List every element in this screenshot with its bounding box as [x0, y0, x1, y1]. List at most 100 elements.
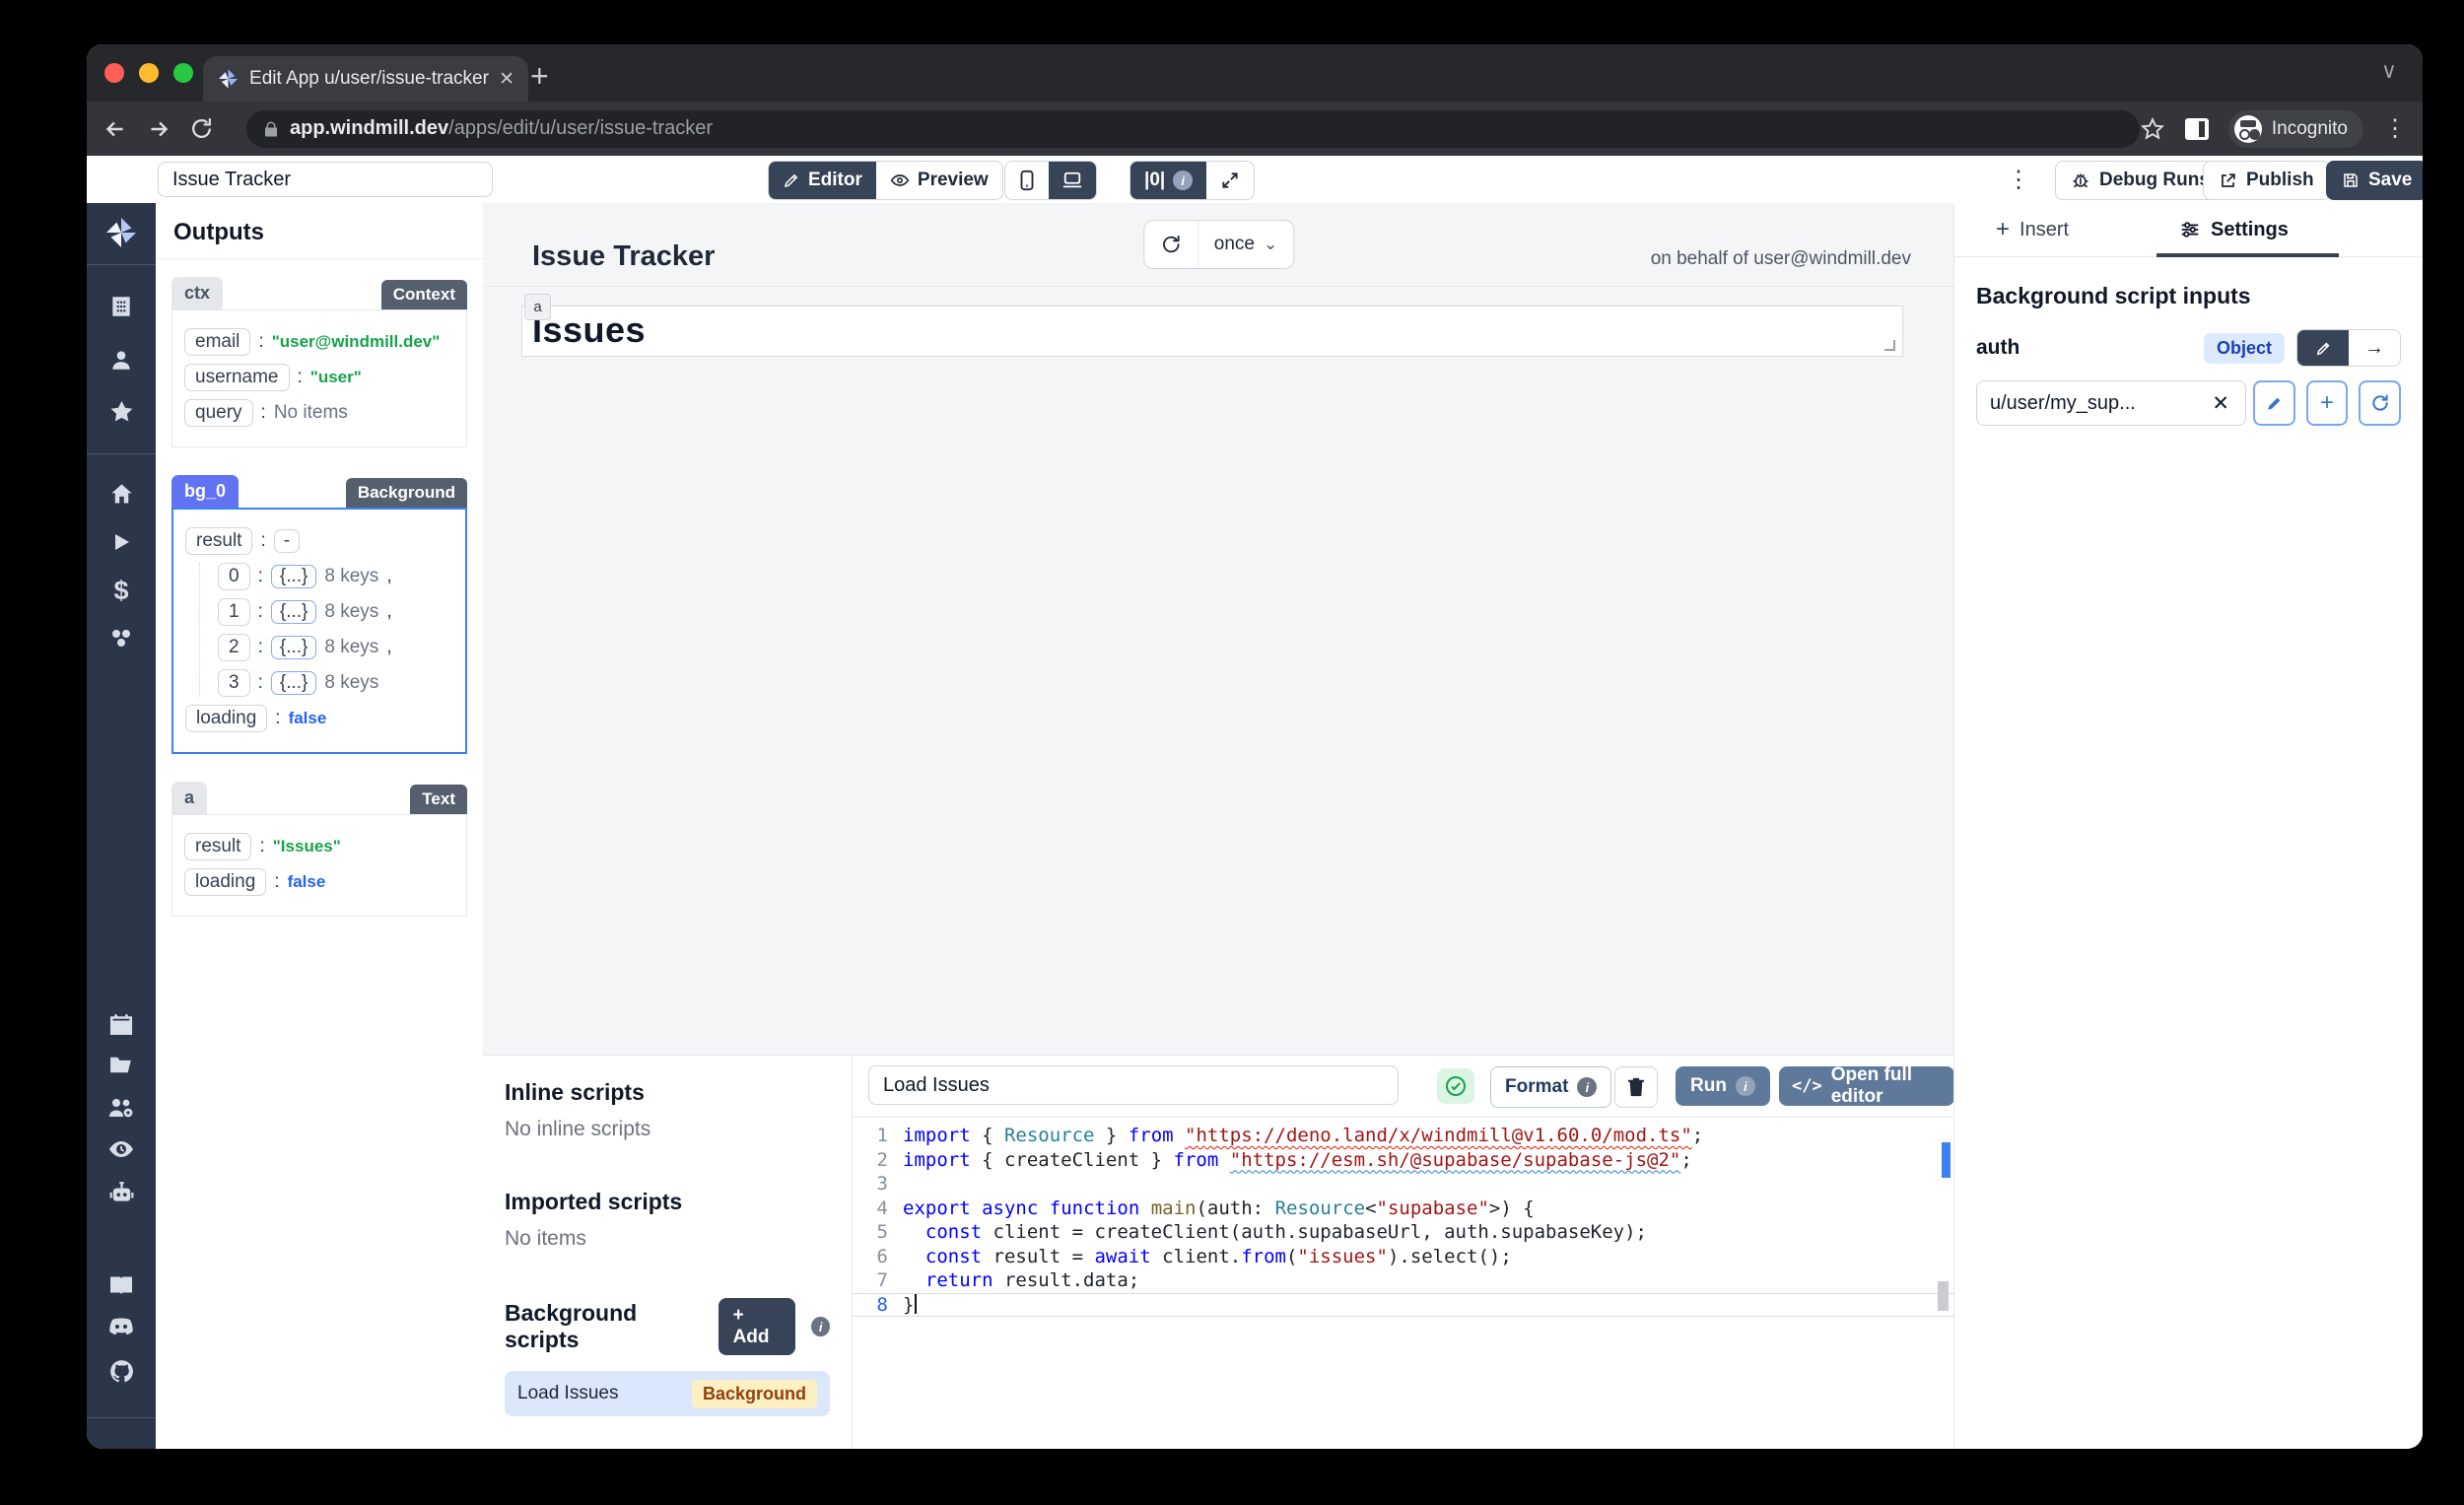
debug-runs-button[interactable]: Debug Runs [2055, 161, 2225, 200]
code-line[interactable]: 1import { Resource } from "https://deno.… [853, 1124, 1954, 1148]
tab-search-chevron-icon[interactable]: ∨ [2381, 58, 2397, 84]
output-key[interactable]: query [184, 399, 253, 427]
output-tab-bg0[interactable]: bg_0 [171, 475, 239, 508]
output-row[interactable]: result : "Issues" [184, 833, 454, 860]
output-key[interactable]: username [184, 364, 290, 391]
code-line[interactable]: 4export async function main(auth: Resour… [853, 1197, 1954, 1221]
tab-insert[interactable]: + Insert [1996, 203, 2069, 256]
sidebar-item-variables[interactable]: $ [87, 576, 156, 606]
resource-picker[interactable]: ✕ [1976, 380, 2242, 426]
tab-settings[interactable]: Settings [2179, 203, 2289, 256]
refresh-resource-button[interactable] [2359, 380, 2401, 426]
output-row[interactable]: loading : false [184, 868, 454, 896]
preview-tab-button[interactable]: Preview [876, 162, 1002, 199]
component-id-chip[interactable]: a [524, 294, 551, 320]
resize-handle[interactable] [1884, 340, 1895, 351]
forward-button[interactable] [146, 116, 189, 142]
bookmark-star-icon[interactable] [2140, 116, 2165, 142]
app-canvas[interactable]: Issue Tracker once ⌄ on behalf of user@w… [483, 203, 1954, 1055]
expand-object-chip[interactable]: {...} [271, 636, 317, 659]
collapse-sidebar-button[interactable]: → [87, 1437, 156, 1449]
output-row[interactable]: email : "user@windmill.dev" [184, 328, 454, 356]
reload-button[interactable] [189, 116, 233, 141]
mobile-view-button[interactable] [1005, 162, 1049, 199]
side-panel-icon[interactable] [2185, 118, 2209, 140]
sidebar-item-user[interactable] [87, 347, 156, 373]
sidebar-item-folders[interactable] [87, 1053, 156, 1076]
code-line[interactable]: 6 const result = await client.from("issu… [853, 1245, 1954, 1269]
output-key[interactable]: email [184, 328, 250, 356]
sidebar-item-workspace[interactable] [87, 294, 156, 319]
minimize-window-button[interactable] [139, 63, 159, 83]
code-line[interactable]: 3 [853, 1172, 1954, 1197]
connect-mode-button[interactable]: → [2349, 330, 2400, 366]
sidebar-item-favorites[interactable] [87, 398, 156, 425]
code-line[interactable]: 7 return result.data; [853, 1268, 1954, 1293]
back-button[interactable] [103, 116, 146, 142]
output-key[interactable]: result [185, 527, 252, 555]
sidebar-item-audit-logs[interactable] [87, 1137, 156, 1161]
format-button[interactable]: Format i [1490, 1066, 1611, 1108]
new-tab-button[interactable]: + [530, 58, 549, 95]
code-line[interactable]: 2import { createClient } from "https://e… [853, 1148, 1954, 1173]
app-name-input[interactable] [158, 162, 493, 197]
add-resource-button[interactable]: + [2306, 380, 2349, 426]
output-row[interactable]: username : "user" [184, 364, 454, 391]
item-index[interactable]: 3 [218, 669, 250, 697]
code-line[interactable]: 5 const client = createClient(auth.supab… [853, 1220, 1954, 1245]
static-mode-button[interactable] [2297, 330, 2349, 366]
item-index[interactable]: 1 [218, 598, 250, 626]
hide-outputs-button[interactable]: |0| i [1130, 162, 1206, 199]
sidebar-item-schedules[interactable] [87, 1011, 156, 1037]
run-button[interactable]: Run i [1676, 1066, 1770, 1106]
output-row[interactable]: loading : false [185, 705, 453, 732]
tab-close-icon[interactable]: ✕ [499, 68, 514, 91]
text-component[interactable]: a Issues [521, 306, 1903, 357]
collapse-toggle[interactable]: - [274, 529, 300, 553]
save-button[interactable]: Save [2326, 161, 2423, 200]
refresh-app-button[interactable] [1144, 221, 1198, 268]
output-key[interactable]: loading [185, 705, 267, 732]
clear-resource-icon[interactable]: ✕ [2212, 391, 2229, 416]
windmill-logo-icon[interactable] [87, 215, 156, 250]
browser-menu-button[interactable]: ⋮ [2383, 114, 2407, 143]
expand-object-chip[interactable]: {...} [271, 565, 317, 588]
resource-input[interactable] [1976, 380, 2246, 426]
maximize-window-button[interactable] [173, 63, 193, 83]
output-key[interactable]: result [184, 833, 251, 860]
result-item-row[interactable]: 2:{...}8 keys, [218, 634, 453, 661]
sidebar-item-discord[interactable] [87, 1316, 156, 1337]
expand-object-chip[interactable]: {...} [271, 671, 317, 695]
output-row[interactable]: query : No items [184, 399, 454, 427]
close-window-button[interactable] [104, 63, 124, 83]
editor-tab-button[interactable]: Editor [769, 162, 876, 199]
sidebar-item-runs[interactable] [87, 530, 156, 554]
sidebar-item-docs[interactable] [87, 1273, 156, 1298]
delete-script-button[interactable] [1614, 1066, 1658, 1108]
background-script-row[interactable]: Load Issues Background [505, 1371, 830, 1416]
refresh-mode-dropdown[interactable]: once ⌄ [1198, 221, 1293, 268]
sidebar-item-workers[interactable] [87, 1180, 156, 1205]
sidebar-item-home[interactable] [87, 481, 156, 508]
add-background-script-button[interactable]: + Add [719, 1298, 796, 1355]
output-row[interactable]: result : - [185, 527, 453, 555]
fullscreen-button[interactable] [1206, 162, 1254, 199]
result-item-row[interactable]: 1:{...}8 keys, [218, 598, 453, 626]
open-full-editor-button[interactable]: </> Open full editor [1779, 1066, 1954, 1106]
edit-resource-button[interactable] [2253, 380, 2295, 426]
desktop-view-button[interactable] [1049, 162, 1096, 199]
sidebar-item-groups[interactable] [87, 1095, 156, 1121]
address-bar[interactable]: app.windmill.dev/apps/edit/u/user/issue-… [246, 110, 2140, 148]
code-line[interactable]: 8} [853, 1293, 1954, 1318]
browser-tab[interactable]: Edit App u/user/issue-tracker | ✕ [203, 56, 528, 102]
item-index[interactable]: 0 [218, 563, 250, 590]
script-name-input[interactable] [868, 1065, 1399, 1105]
sidebar-item-resources[interactable] [87, 625, 156, 650]
item-index[interactable]: 2 [218, 634, 250, 661]
output-key[interactable]: loading [184, 868, 266, 896]
app-menu-button[interactable]: ⋮ [2007, 166, 2030, 194]
output-tab-ctx[interactable]: ctx [171, 277, 223, 309]
expand-object-chip[interactable]: {...} [271, 600, 317, 624]
result-item-row[interactable]: 3:{...}8 keys [218, 669, 453, 697]
sidebar-item-github[interactable] [87, 1358, 156, 1385]
